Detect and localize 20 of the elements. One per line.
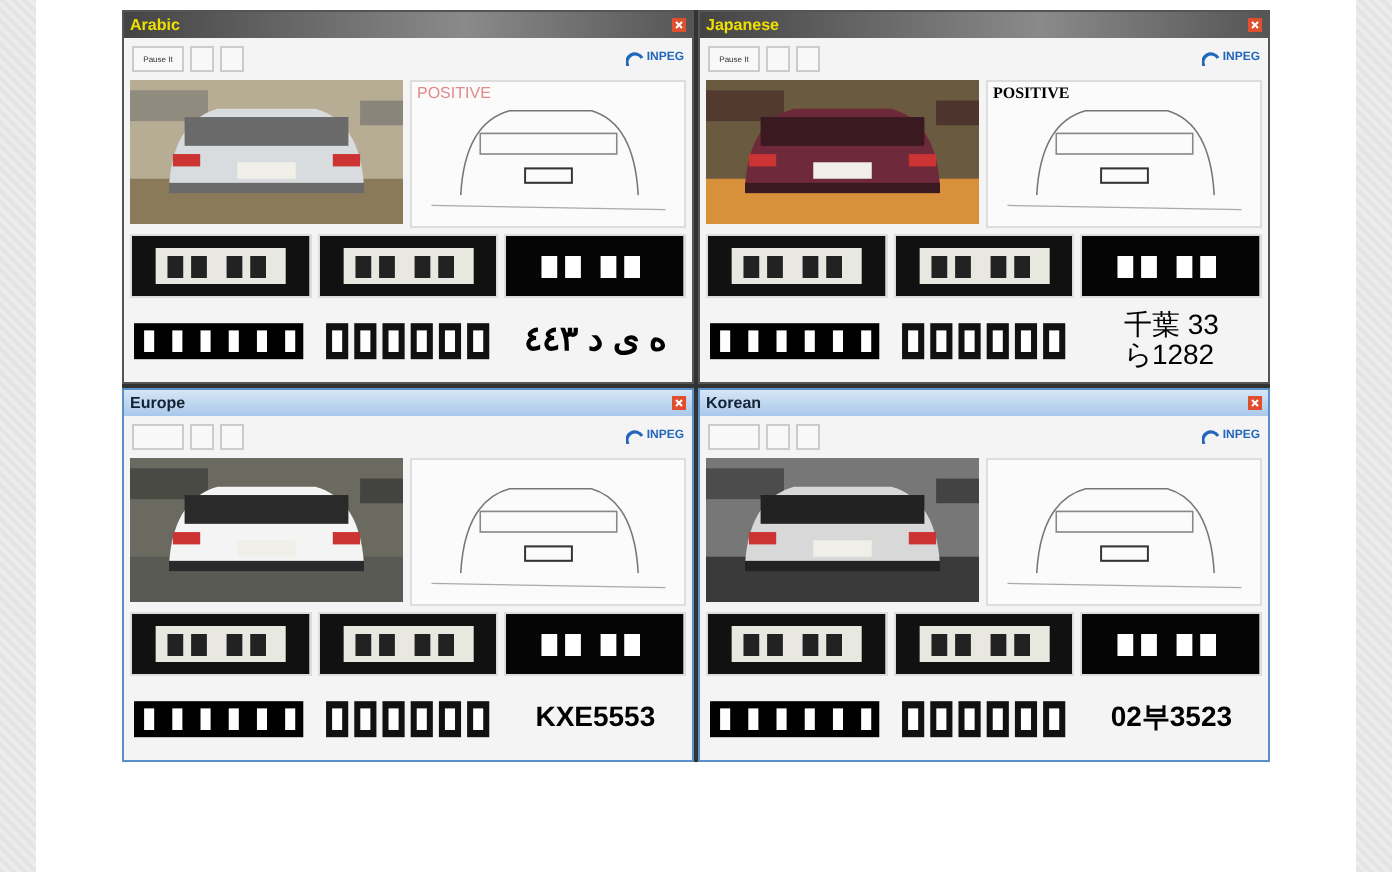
logo-icon xyxy=(626,428,645,445)
close-icon[interactable] xyxy=(672,17,686,32)
logo-icon xyxy=(1202,428,1221,445)
window-title: Japanese xyxy=(706,15,779,34)
close-icon[interactable] xyxy=(1248,17,1262,32)
recognized-plate-text: 02부3523 xyxy=(1110,702,1233,734)
edge-label: POSITIVE xyxy=(993,84,1070,102)
recognized-plate-text: 千葉 33 ら1282 xyxy=(1123,309,1219,371)
window-title: Arabic xyxy=(130,15,180,34)
window-title: Europe xyxy=(130,393,186,412)
close-icon[interactable] xyxy=(1248,395,1262,410)
logo-icon xyxy=(626,50,645,67)
recognized-plate-text: KXE5553 xyxy=(535,702,656,734)
window-title: Korean xyxy=(706,393,762,412)
logo-icon xyxy=(1202,50,1221,67)
pause-button[interactable] xyxy=(132,423,184,450)
recognized-plate-text: ٤٤٣ د ى ه xyxy=(524,321,667,359)
close-icon[interactable] xyxy=(672,395,686,410)
edge-label: POSITIVE xyxy=(417,84,491,102)
pause-button[interactable] xyxy=(708,423,760,450)
